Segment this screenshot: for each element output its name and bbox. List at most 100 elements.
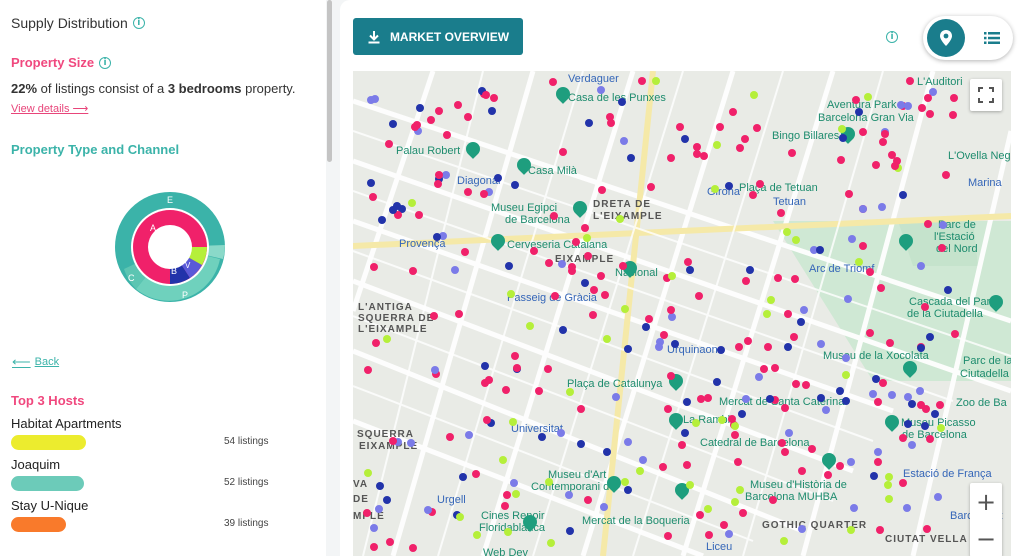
info-icon[interactable]: i	[886, 31, 898, 43]
listing-dot[interactable]	[917, 262, 925, 270]
listing-dot[interactable]	[704, 505, 712, 513]
listing-dot[interactable]	[802, 381, 810, 389]
listing-dot[interactable]	[431, 366, 439, 374]
listing-dot[interactable]	[684, 258, 692, 266]
listing-dot[interactable]	[545, 478, 553, 486]
listing-dot[interactable]	[510, 479, 518, 487]
listing-dot[interactable]	[376, 482, 384, 490]
listing-dot[interactable]	[513, 364, 521, 372]
listing-dot[interactable]	[413, 121, 421, 129]
listing-dot[interactable]	[597, 86, 605, 94]
listing-dot[interactable]	[938, 244, 946, 252]
host-bar[interactable]	[11, 476, 84, 491]
listing-dot[interactable]	[370, 524, 378, 532]
listing-dot[interactable]	[855, 108, 863, 116]
listing-dot[interactable]	[455, 310, 463, 318]
zoom-out-button[interactable]: −	[970, 520, 1002, 556]
listing-dot[interactable]	[621, 305, 629, 313]
listing-dot[interactable]	[621, 478, 629, 486]
listing-dot[interactable]	[836, 387, 844, 395]
listing-dot[interactable]	[859, 128, 867, 136]
listing-dot[interactable]	[874, 398, 882, 406]
host-bar[interactable]	[11, 517, 66, 532]
listing-dot[interactable]	[642, 323, 650, 331]
listing-dot[interactable]	[792, 380, 800, 388]
listing-dot[interactable]	[461, 248, 469, 256]
listing-dot[interactable]	[430, 312, 438, 320]
listing-dot[interactable]	[451, 266, 459, 274]
listing-dot[interactable]	[606, 113, 614, 121]
listing-dot[interactable]	[667, 306, 675, 314]
listing-dot[interactable]	[636, 467, 644, 475]
listing-dot[interactable]	[389, 120, 397, 128]
listing-dot[interactable]	[720, 521, 728, 529]
listing-dot[interactable]	[511, 352, 519, 360]
listing-dot[interactable]	[363, 509, 371, 517]
listing-dot[interactable]	[866, 329, 874, 337]
listing-dot[interactable]	[836, 462, 844, 470]
listing-dot[interactable]	[884, 481, 892, 489]
listing-dot[interactable]	[744, 337, 752, 345]
listing-dot[interactable]	[535, 387, 543, 395]
listing-dot[interactable]	[949, 111, 957, 119]
listing-dot[interactable]	[435, 107, 443, 115]
list-view-button[interactable]	[973, 19, 1011, 57]
listing-dot[interactable]	[627, 154, 635, 162]
listing-dot[interactable]	[746, 266, 754, 274]
listing-dot[interactable]	[926, 110, 934, 118]
listing-dot[interactable]	[924, 220, 932, 228]
listing-dot[interactable]	[696, 511, 704, 519]
listing-dot[interactable]	[618, 98, 626, 106]
listing-dot[interactable]	[784, 343, 792, 351]
listing-dot[interactable]	[459, 473, 467, 481]
listing-dot[interactable]	[736, 144, 744, 152]
listing-dot[interactable]	[822, 406, 830, 414]
listing-dot[interactable]	[393, 202, 401, 210]
listing-dot[interactable]	[755, 373, 763, 381]
listing-dot[interactable]	[711, 185, 719, 193]
listing-dot[interactable]	[904, 393, 912, 401]
listing-dot[interactable]	[886, 339, 894, 347]
listing-dot[interactable]	[589, 311, 597, 319]
listing-dot[interactable]	[385, 140, 393, 148]
view-details-link[interactable]: View details ⟶	[11, 102, 88, 115]
listing-dot[interactable]	[619, 262, 627, 270]
listing-dot[interactable]	[416, 104, 424, 112]
listing-dot[interactable]	[885, 473, 893, 481]
listing-dot[interactable]	[852, 96, 860, 104]
listing-dot[interactable]	[855, 258, 863, 266]
listing-dot[interactable]	[464, 188, 472, 196]
listing-dot[interactable]	[921, 303, 929, 311]
listing-dot[interactable]	[590, 286, 598, 294]
listing-dot[interactable]	[842, 371, 850, 379]
listing-dot[interactable]	[839, 134, 847, 142]
listing-dot[interactable]	[872, 161, 880, 169]
listing-dot[interactable]	[877, 284, 885, 292]
listing-dot[interactable]	[783, 228, 791, 236]
listing-dot[interactable]	[375, 505, 383, 513]
listing-dot[interactable]	[725, 182, 733, 190]
listing-dot[interactable]	[671, 340, 679, 348]
map-view-button[interactable]	[927, 19, 965, 57]
listing-dot[interactable]	[692, 419, 700, 427]
listing-dot[interactable]	[481, 362, 489, 370]
listing-dot[interactable]	[389, 437, 397, 445]
listing-dot[interactable]	[435, 171, 443, 179]
listing-dot[interactable]	[505, 262, 513, 270]
listing-dot[interactable]	[511, 181, 519, 189]
listing-dot[interactable]	[753, 124, 761, 132]
listing-dot[interactable]	[424, 506, 432, 514]
listing-dot[interactable]	[620, 137, 628, 145]
listing-dot[interactable]	[926, 333, 934, 341]
listing-dot[interactable]	[878, 203, 886, 211]
listing-dot[interactable]	[638, 77, 646, 85]
listing-dot[interactable]	[378, 216, 386, 224]
listing-dot[interactable]	[427, 116, 435, 124]
listing-dot[interactable]	[530, 247, 538, 255]
listing-dot[interactable]	[370, 543, 378, 551]
listing-dot[interactable]	[742, 277, 750, 285]
listing-dot[interactable]	[756, 180, 764, 188]
listing-dot[interactable]	[725, 530, 733, 538]
listing-dot[interactable]	[676, 123, 684, 131]
listing-dot[interactable]	[577, 405, 585, 413]
